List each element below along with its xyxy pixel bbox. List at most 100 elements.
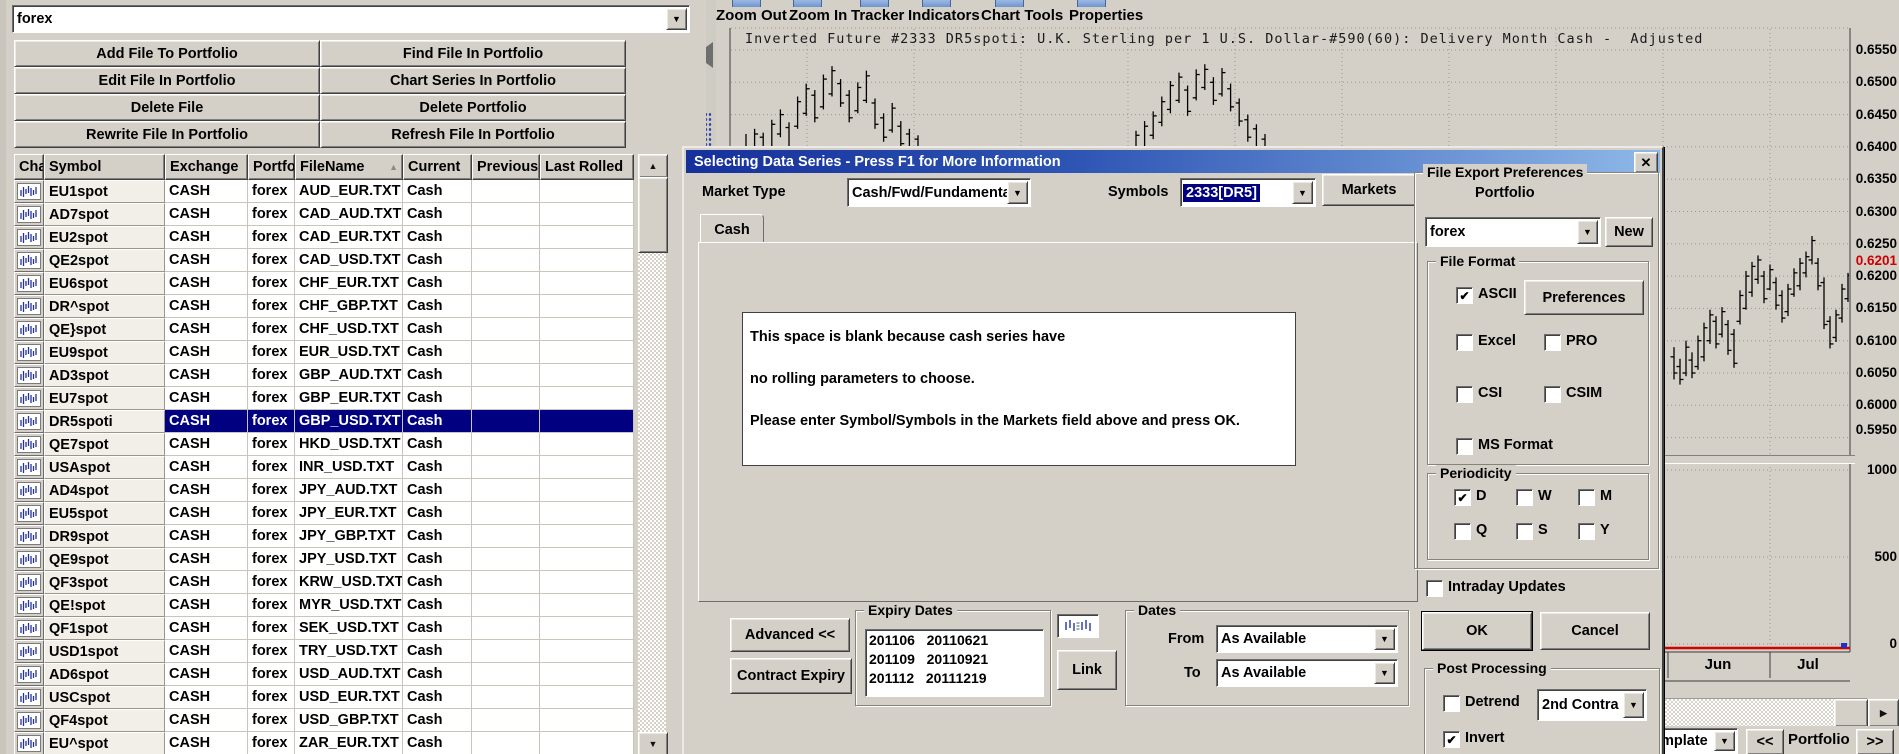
current-cell[interactable]: Cash [403, 203, 472, 226]
exchange-cell[interactable]: CASH [165, 640, 248, 663]
column-header-cha[interactable]: Cha [14, 154, 44, 180]
portfolio-cell[interactable]: forex [248, 249, 295, 272]
table-row-qe2spot[interactable]: QE2spot CASH forex CAD_USD.TXT Cash [14, 249, 634, 272]
column-header-last-rolled[interactable]: Last Rolled [540, 154, 634, 180]
previous-cell[interactable] [472, 272, 540, 295]
markets-button[interactable]: Markets [1322, 174, 1416, 206]
template-combo[interactable]: mplate ▼ [1656, 728, 1738, 754]
portfolio-cell[interactable]: forex [248, 341, 295, 364]
table-row-eu6spot[interactable]: EU6spot CASH forex CHF_EUR.TXT Cash [14, 272, 634, 295]
symbol-cell[interactable]: QE7spot [44, 433, 165, 456]
symbol-cell[interactable]: EU2spot [44, 226, 165, 249]
last-rolled-cell[interactable] [540, 410, 634, 433]
previous-cell[interactable] [472, 456, 540, 479]
filename-cell[interactable]: EUR_USD.TXT [295, 341, 403, 364]
column-header-portfolio[interactable]: Portfolio [248, 154, 295, 180]
current-cell[interactable]: Cash [403, 387, 472, 410]
exchange-cell[interactable]: CASH [165, 502, 248, 525]
last-rolled-cell[interactable] [540, 594, 634, 617]
portfolio-cell[interactable]: forex [248, 318, 295, 341]
previous-cell[interactable] [472, 663, 540, 686]
table-row-qe7spot[interactable]: QE7spot CASH forex HKD_USD.TXT Cash [14, 433, 634, 456]
current-cell[interactable]: Cash [403, 732, 472, 754]
portfolio-filter-dropdown-icon[interactable]: ▼ [666, 8, 687, 30]
exchange-cell[interactable]: CASH [165, 341, 248, 364]
symbol-cell[interactable]: EU6spot [44, 272, 165, 295]
filename-cell[interactable]: KRW_USD.TXT [295, 571, 403, 594]
expiry-date-row[interactable]: 201112 20111219 [869, 670, 1043, 689]
table-scroll-up-icon[interactable]: ▲ [638, 154, 668, 178]
table-row-eu2spot[interactable]: EU2spot CASH forex CAD_EUR.TXT Cash [14, 226, 634, 249]
mini-chart-icon[interactable] [14, 226, 44, 249]
filename-cell[interactable]: USD_AUD.TXT [295, 663, 403, 686]
table-vscroll-thumb[interactable] [638, 177, 668, 253]
last-rolled-cell[interactable] [540, 180, 634, 203]
current-cell[interactable]: Cash [403, 548, 472, 571]
exchange-cell[interactable]: CASH [165, 249, 248, 272]
mini-chart-icon[interactable] [14, 571, 44, 594]
quarterly-checkbox[interactable] [1454, 523, 1471, 540]
portfolio-cell[interactable]: forex [248, 525, 295, 548]
mini-chart-icon[interactable] [14, 502, 44, 525]
exchange-cell[interactable]: CASH [165, 548, 248, 571]
exchange-cell[interactable]: CASH [165, 295, 248, 318]
filename-cell[interactable]: JPY_AUD.TXT [295, 479, 403, 502]
current-cell[interactable]: Cash [403, 433, 472, 456]
last-rolled-cell[interactable] [540, 226, 634, 249]
ascii-checkbox[interactable]: ✔ [1456, 287, 1473, 304]
previous-cell[interactable] [472, 433, 540, 456]
symbol-cell[interactable]: QE9spot [44, 548, 165, 571]
portfolio-cell[interactable]: forex [248, 272, 295, 295]
table-row-qe-spot[interactable]: QE}spot CASH forex CHF_USD.TXT Cash [14, 318, 634, 341]
symbol-cell[interactable]: EU9spot [44, 341, 165, 364]
portfolio-cell[interactable]: forex [248, 479, 295, 502]
previous-cell[interactable] [472, 640, 540, 663]
mini-chart-icon[interactable] [14, 663, 44, 686]
portfolio-cell[interactable]: forex [248, 548, 295, 571]
previous-cell[interactable] [472, 732, 540, 754]
link-button[interactable]: Link [1057, 650, 1117, 690]
mini-chart-icon[interactable] [14, 525, 44, 548]
last-rolled-cell[interactable] [540, 709, 634, 732]
previous-cell[interactable] [472, 387, 540, 410]
filename-cell[interactable]: JPY_EUR.TXT [295, 502, 403, 525]
mini-chart-icon[interactable] [14, 617, 44, 640]
last-rolled-cell[interactable] [540, 617, 634, 640]
symbol-cell[interactable]: DR5spoti [44, 410, 165, 433]
last-rolled-cell[interactable] [540, 203, 634, 226]
edit-file-in-portfolio-button[interactable]: Edit File In Portfolio [14, 67, 320, 94]
chart-link-icon[interactable] [1057, 614, 1099, 638]
mini-chart-icon[interactable] [14, 732, 44, 754]
expiry-dates-list[interactable]: 201106 20110621 201109 20110921 201112 201… [865, 629, 1044, 697]
table-row-qf4spot[interactable]: QF4spot CASH forex USD_GBP.TXT Cash [14, 709, 634, 732]
last-rolled-cell[interactable] [540, 341, 634, 364]
current-cell[interactable]: Cash [403, 617, 472, 640]
exchange-cell[interactable]: CASH [165, 433, 248, 456]
symbols-dropdown-icon[interactable]: ▼ [1292, 181, 1313, 204]
market-type-combo[interactable]: Cash/Fwd/Fundamental S ▼ [847, 178, 1031, 207]
current-cell[interactable]: Cash [403, 640, 472, 663]
portfolio-cell[interactable]: forex [248, 456, 295, 479]
contract-combo[interactable]: 2nd Contra ▼ [1537, 689, 1647, 721]
current-cell[interactable]: Cash [403, 318, 472, 341]
expiry-date-row[interactable]: 201106 20110621 [869, 632, 1043, 651]
last-rolled-cell[interactable] [540, 571, 634, 594]
current-cell[interactable]: Cash [403, 456, 472, 479]
exchange-cell[interactable]: CASH [165, 180, 248, 203]
portfolio-cell[interactable]: forex [248, 433, 295, 456]
mini-chart-icon[interactable] [14, 640, 44, 663]
table-row-dr9spot[interactable]: DR9spot CASH forex JPY_GBP.TXT Cash [14, 525, 634, 548]
new-portfolio-button[interactable]: New [1605, 217, 1653, 247]
exchange-cell[interactable]: CASH [165, 686, 248, 709]
refresh-file-in-portfolio-button[interactable]: Refresh File In Portfolio [320, 121, 626, 148]
symbol-cell[interactable]: EU1spot [44, 180, 165, 203]
last-rolled-cell[interactable] [540, 686, 634, 709]
current-cell[interactable]: Cash [403, 364, 472, 387]
template-dropdown-icon[interactable]: ▼ [1714, 731, 1735, 751]
filename-cell[interactable]: SEK_USD.TXT [295, 617, 403, 640]
column-header-exchange[interactable]: Exchange [165, 154, 248, 180]
previous-cell[interactable] [472, 226, 540, 249]
last-rolled-cell[interactable] [540, 364, 634, 387]
filename-cell[interactable]: HKD_USD.TXT [295, 433, 403, 456]
symbol-cell[interactable]: QF4spot [44, 709, 165, 732]
